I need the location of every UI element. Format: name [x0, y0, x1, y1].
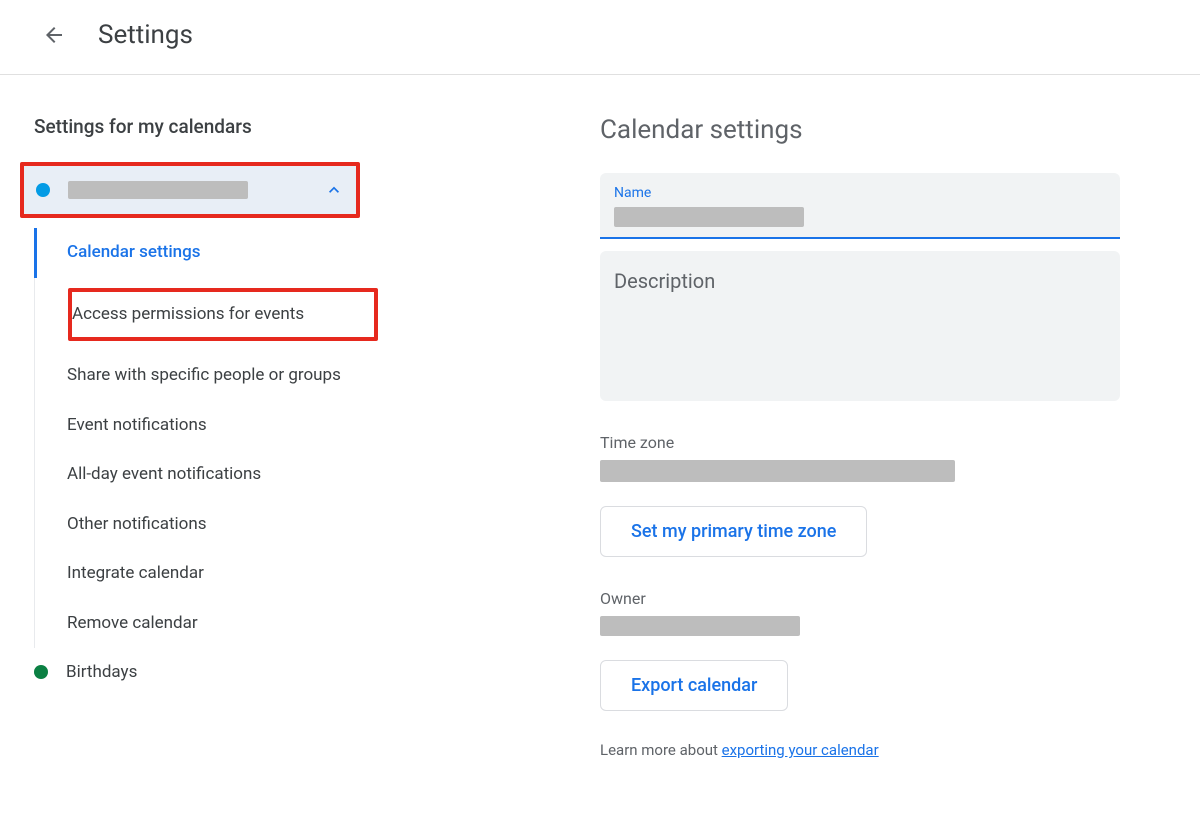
set-primary-timezone-button[interactable]: Set my primary time zone — [600, 506, 867, 557]
sidebar-item-access-permissions[interactable]: Access permissions for events — [72, 292, 374, 338]
name-field[interactable]: Name — [600, 173, 1120, 239]
calendar-name-redacted — [68, 181, 248, 199]
header: Settings — [0, 0, 1200, 74]
sidebar: Settings for my calendars Calendar setti… — [0, 115, 380, 759]
back-arrow-icon[interactable] — [40, 21, 68, 49]
export-calendar-button[interactable]: Export calendar — [600, 660, 788, 711]
sidebar-item-integrate-calendar[interactable]: Integrate calendar — [35, 549, 380, 599]
calendar-header-birthdays[interactable]: Birthdays — [34, 648, 380, 696]
learn-more-prefix: Learn more about — [600, 741, 722, 759]
calendar-name-birthdays: Birthdays — [66, 662, 137, 682]
timezone-value-redacted — [600, 460, 955, 482]
sidebar-item-allday-notifications[interactable]: All-day event notifications — [35, 450, 380, 500]
description-field[interactable]: Description — [600, 251, 1120, 401]
calendar-header-primary[interactable] — [24, 166, 356, 214]
calendar-color-dot — [34, 665, 48, 679]
exporting-calendar-link[interactable]: exporting your calendar — [722, 741, 879, 759]
description-label: Description — [614, 269, 1106, 293]
chevron-up-icon — [324, 180, 344, 200]
sidebar-item-event-notifications[interactable]: Event notifications — [35, 401, 380, 451]
owner-value-redacted — [600, 616, 800, 636]
calendar-subnav: Calendar settings Access permissions for… — [34, 228, 380, 648]
sidebar-heading: Settings for my calendars — [34, 115, 380, 138]
name-value-redacted — [614, 207, 804, 227]
sidebar-item-remove-calendar[interactable]: Remove calendar — [35, 599, 380, 649]
learn-more-text: Learn more about exporting your calendar — [600, 741, 1120, 759]
name-label: Name — [614, 185, 1106, 201]
owner-label: Owner — [600, 589, 1120, 608]
sidebar-item-calendar-settings[interactable]: Calendar settings — [34, 228, 380, 278]
main-heading: Calendar settings — [600, 115, 1120, 145]
page-title: Settings — [98, 20, 193, 50]
highlight-access-permissions: Access permissions for events — [68, 288, 378, 342]
main-content: Calendar settings Name Description Time … — [380, 115, 1200, 759]
sidebar-item-other-notifications[interactable]: Other notifications — [35, 500, 380, 550]
timezone-label: Time zone — [600, 433, 1120, 452]
highlight-calendar-header — [20, 162, 360, 218]
sidebar-item-share-specific[interactable]: Share with specific people or groups — [35, 351, 380, 401]
calendar-color-dot — [36, 183, 50, 197]
